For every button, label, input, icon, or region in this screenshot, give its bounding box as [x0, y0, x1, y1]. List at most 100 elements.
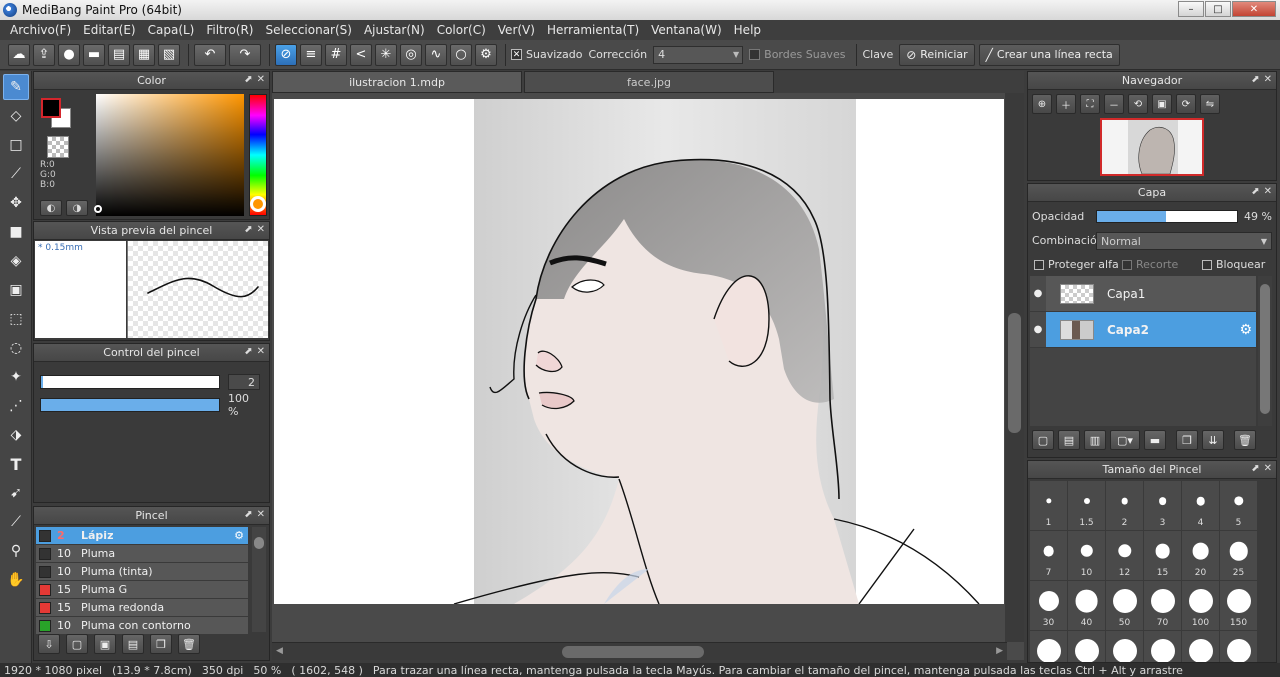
page-list-icon[interactable]: ▦ — [133, 43, 155, 66]
eraser-tool-icon[interactable]: ◇ — [3, 103, 29, 129]
trash-icon[interactable]: 🗑 — [178, 634, 200, 654]
brush-size-cell[interactable]: 70 — [1144, 581, 1181, 630]
new-layer-icon[interactable]: ▢ — [1032, 430, 1054, 450]
grid-settings-icon[interactable]: ▧ — [158, 43, 180, 66]
menu-help[interactable]: Help — [728, 23, 767, 37]
brush-size-cell[interactable]: 150 — [1220, 581, 1257, 630]
redo-icon[interactable]: ↷ — [229, 43, 261, 66]
brush-size-cell[interactable]: 2 — [1106, 481, 1143, 530]
parallel-snap-icon[interactable]: ≡ — [300, 43, 322, 66]
brush-list-scrollbar[interactable] — [252, 527, 266, 632]
scroll-thumb[interactable] — [562, 646, 704, 658]
smoothing-checkbox[interactable]: ✕ — [511, 49, 522, 60]
color-picker-cursor[interactable] — [94, 205, 102, 213]
layer-row[interactable]: ● Capa1 — [1030, 276, 1256, 312]
fill-rect-tool-icon[interactable]: ■ — [3, 219, 29, 245]
gradient-tool-icon[interactable]: ▣ — [3, 277, 29, 303]
layer-row[interactable]: ● Capa2 ⚙ — [1030, 312, 1256, 348]
zoom-in-icon[interactable]: ＋ — [1056, 94, 1076, 114]
brush-opacity-slider[interactable] — [40, 398, 220, 412]
text-tool-icon[interactable]: T — [3, 451, 29, 477]
undock-icon[interactable]: ⬈ — [1251, 74, 1259, 85]
comment-icon[interactable]: ● — [58, 43, 80, 66]
color-palette-button[interactable]: ◑ — [66, 200, 88, 216]
brush-size-cell[interactable]: 25 — [1220, 531, 1257, 580]
new-8bit-layer-icon[interactable]: ▥ — [1084, 430, 1106, 450]
shape-tool-icon[interactable]: □ — [3, 132, 29, 158]
operation-tool-icon[interactable]: ➹ — [3, 480, 29, 506]
brush-size-cell[interactable]: 40 — [1068, 581, 1105, 630]
saturation-value-picker[interactable] — [96, 94, 244, 216]
tab-face-jpg[interactable]: face.jpg — [524, 71, 774, 93]
vanishing-point-icon[interactable]: < — [350, 43, 372, 66]
brush-size-cell[interactable]: 5 — [1220, 481, 1257, 530]
foreground-color-swatch[interactable] — [41, 98, 61, 118]
brush-size-cell[interactable]: 100 — [1182, 581, 1219, 630]
brush-size-cell[interactable]: 10 — [1068, 531, 1105, 580]
undock-icon[interactable]: ⬈ — [1251, 186, 1259, 197]
brush-tool-icon[interactable]: ✎ — [3, 74, 29, 100]
canvas-horizontal-scrollbar[interactable]: ◀ ▶ — [272, 642, 1007, 660]
brush-size-cell[interactable]: 1 — [1030, 481, 1067, 530]
new-halftone-layer-icon[interactable]: ▤ — [1058, 430, 1080, 450]
panel-close-icon[interactable]: ✕ — [257, 74, 265, 85]
brush-size-cell[interactable]: 3 — [1144, 481, 1181, 530]
menu-archivo[interactable]: Archivo(F) — [4, 23, 77, 37]
cloud-download-icon[interactable]: ⇩ — [38, 634, 60, 654]
menu-ajustar[interactable]: Ajustar(N) — [358, 23, 431, 37]
menu-ver[interactable]: Ver(V) — [492, 23, 541, 37]
undock-icon[interactable]: ⬈ — [244, 346, 252, 357]
add-brush-icon[interactable]: ▣ — [94, 634, 116, 654]
rotate-left-icon[interactable]: ⟲ — [1128, 94, 1148, 114]
brush-settings-icon[interactable]: ▤ — [122, 634, 144, 654]
eyedropper-tool-icon[interactable]: ⚲ — [3, 538, 29, 564]
canvas-vertical-scrollbar[interactable] — [1005, 93, 1024, 642]
brush-size-cell[interactable]: 7 — [1030, 531, 1067, 580]
eye-icon[interactable]: ● — [1030, 312, 1046, 347]
brush-item[interactable]: 10 Pluma con contorno — [36, 617, 248, 635]
upload-icon[interactable]: ⇪ — [33, 43, 55, 66]
brush-item[interactable]: 10 Pluma — [36, 545, 248, 563]
brush-size-value[interactable]: 2 — [228, 374, 260, 390]
scroll-left-icon[interactable]: ◀ — [276, 646, 283, 656]
hue-handle[interactable] — [250, 196, 266, 212]
dot-brush-tool-icon[interactable]: ⟋ — [3, 161, 29, 187]
speech-bubble-icon[interactable]: ▬ — [83, 43, 105, 66]
fit-icon[interactable]: ⛶ — [1080, 94, 1100, 114]
curve-snap-icon[interactable]: ∿ — [425, 43, 447, 66]
maximize-button[interactable]: □ — [1205, 1, 1231, 17]
undock-icon[interactable]: ⬈ — [244, 74, 252, 85]
brush-size-cell[interactable]: 400 — [1106, 631, 1143, 662]
eye-icon[interactable]: ● — [1030, 276, 1046, 311]
scroll-thumb[interactable] — [1008, 313, 1021, 433]
reset-view-icon[interactable]: ▣ — [1152, 94, 1172, 114]
navigator-thumbnail[interactable] — [1100, 118, 1204, 176]
color-wheel-button[interactable]: ◐ — [40, 200, 62, 216]
duplicate-brush-icon[interactable]: ❐ — [150, 634, 172, 654]
brush-size-cell[interactable]: 200 — [1030, 631, 1067, 662]
hand-tool-icon[interactable]: ✋ — [3, 567, 29, 593]
flip-icon[interactable]: ⇋ — [1200, 94, 1220, 114]
straight-line-button[interactable]: ╱ Crear una línea recta — [978, 43, 1120, 66]
trash-icon[interactable]: 🗑 — [1234, 430, 1256, 450]
undock-icon[interactable]: ⬈ — [244, 224, 252, 235]
scroll-thumb[interactable] — [1260, 284, 1270, 414]
move-tool-icon[interactable]: ✥ — [3, 190, 29, 216]
snap-off-icon[interactable]: ⊘ — [275, 43, 297, 66]
merge-layer-icon[interactable]: ⇊ — [1202, 430, 1224, 450]
menu-seleccionar[interactable]: Seleccionar(S) — [260, 23, 358, 37]
brush-size-cell[interactable]: 1000 — [1220, 631, 1257, 662]
select-pen-tool-icon[interactable]: ⋰ — [3, 393, 29, 419]
clipping-checkbox[interactable]: Recorte — [1122, 258, 1178, 271]
circle-snap-icon[interactable]: ○ — [450, 43, 472, 66]
brush-size-cell[interactable]: 20 — [1182, 531, 1219, 580]
select-eraser-tool-icon[interactable]: ⬗ — [3, 422, 29, 448]
zoom-out-icon[interactable]: － — [1104, 94, 1124, 114]
close-button[interactable]: ✕ — [1232, 1, 1276, 17]
panel-close-icon[interactable]: ✕ — [1264, 74, 1272, 85]
transparent-swatch[interactable] — [47, 136, 69, 158]
page-icon[interactable]: ▤ — [108, 43, 130, 66]
menu-filtro[interactable]: Filtro(R) — [200, 23, 259, 37]
protect-alpha-checkbox[interactable]: Proteger alfa — [1034, 258, 1119, 271]
gear-icon[interactable]: ⚙ — [234, 529, 244, 542]
